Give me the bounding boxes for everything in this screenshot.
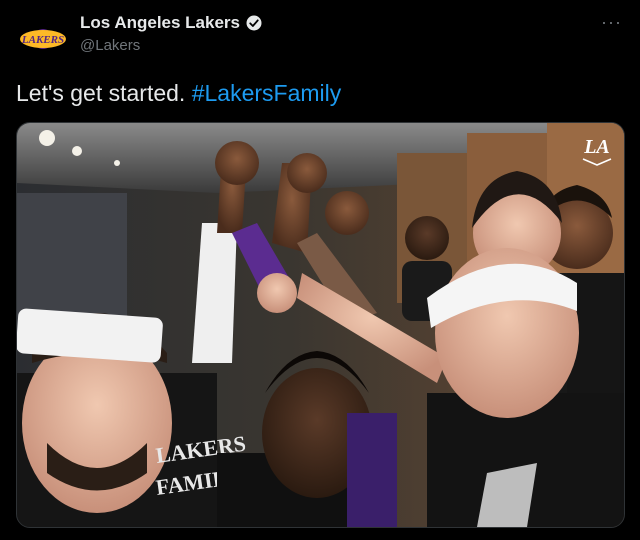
svg-text:LA: LA — [583, 136, 610, 158]
tweet-text-body: Let's get started. — [16, 80, 192, 106]
hashtag-link[interactable]: #LakersFamily — [192, 80, 342, 106]
tweet-header: Los Angeles Lakers @Lakers — [80, 13, 263, 54]
lakers-logo-icon: LAKERS — [20, 29, 66, 49]
avatar[interactable]: LAKERS — [16, 12, 70, 66]
tweet-photo[interactable]: LAKERS FAMILY LA — [16, 122, 625, 528]
tweet-text: Let's get started. #LakersFamily — [16, 80, 341, 107]
verified-badge-icon — [246, 15, 262, 31]
tweet-card[interactable]: LAKERS Los Angeles Lakers @Lakers ··· Le… — [0, 0, 640, 540]
user-handle[interactable]: @Lakers — [80, 37, 263, 54]
team-huddle-photo: LAKERS FAMILY LA — [17, 123, 624, 527]
display-name[interactable]: Los Angeles Lakers — [80, 13, 240, 33]
svg-text:LAKERS: LAKERS — [21, 34, 64, 46]
more-options-icon[interactable]: ··· — [601, 12, 622, 33]
